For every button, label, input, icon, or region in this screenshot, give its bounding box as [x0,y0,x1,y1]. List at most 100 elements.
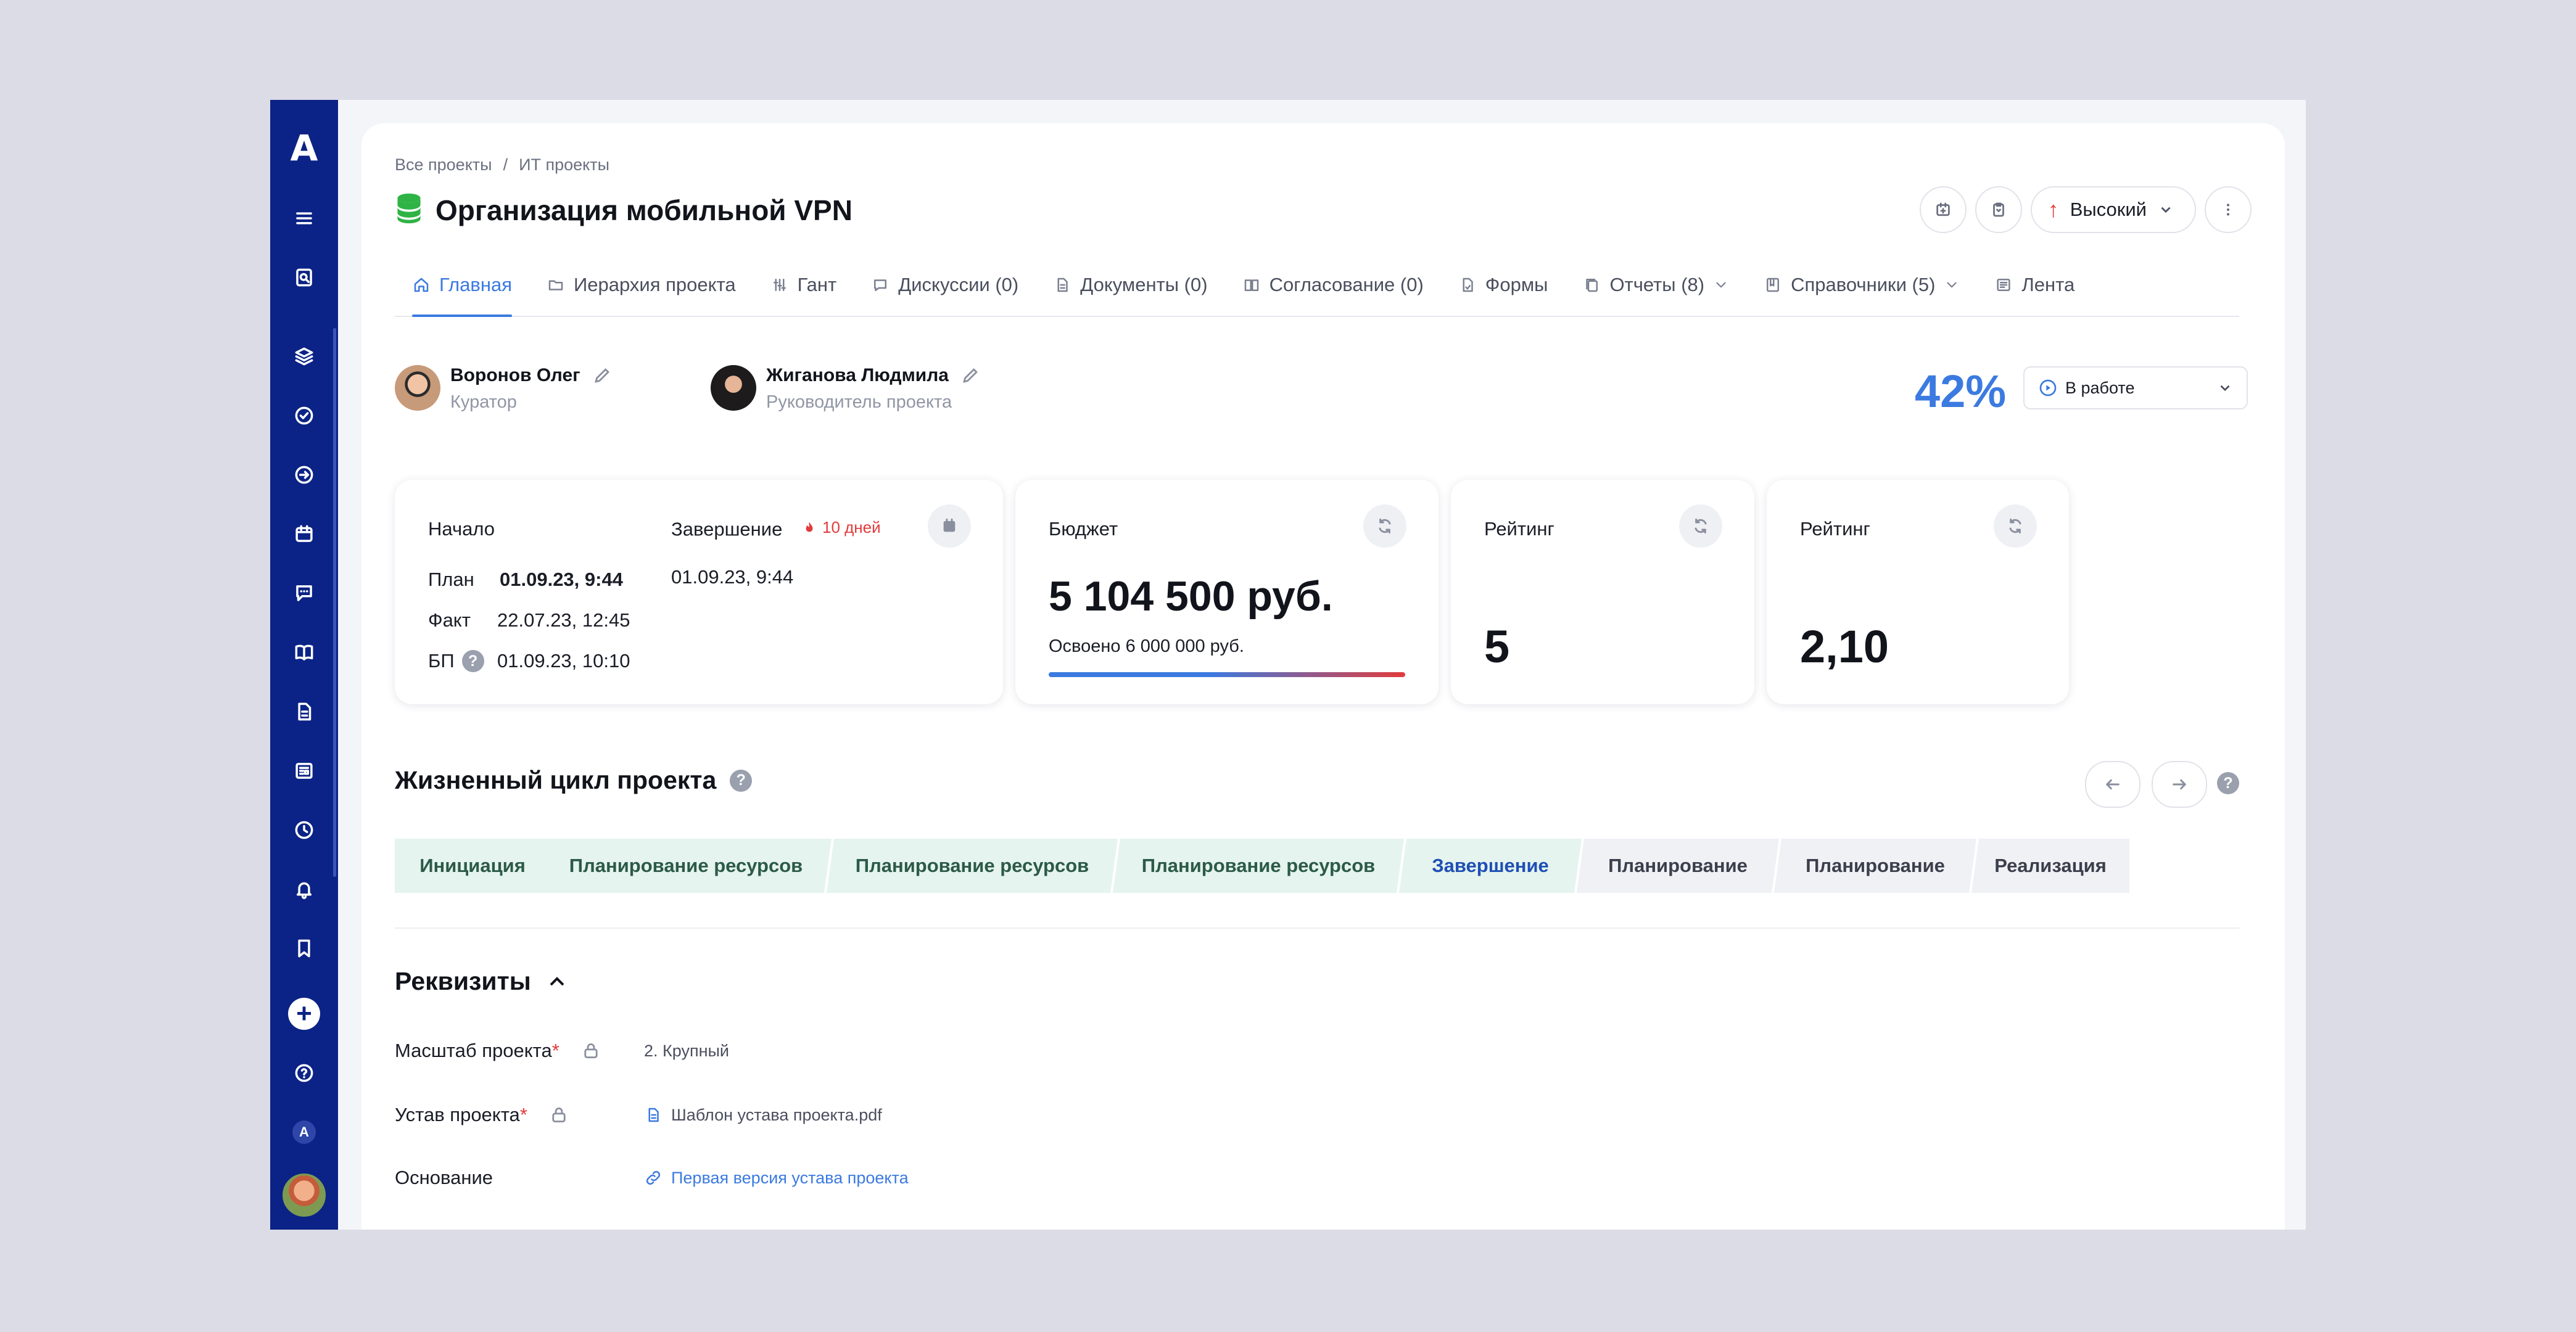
tab-gantt[interactable]: Гант [753,254,854,316]
title-row: Организация мобильной VPN [395,192,852,228]
document-icon[interactable] [270,692,338,731]
tab-feed[interactable]: Лента [1977,254,2092,316]
stage-label: Планирование ресурсов [855,855,1089,876]
plus-icon[interactable]: + [270,994,338,1034]
copy-icon [1586,279,1598,292]
help-icon[interactable]: ? [2217,772,2239,794]
tab-label: Главная [439,274,512,295]
refresh-button[interactable] [1363,504,1406,548]
clock-icon[interactable] [270,810,338,850]
check-circle-icon[interactable] [270,396,338,435]
search-document-icon[interactable] [270,258,338,297]
stage-initiation[interactable]: Инициация [395,839,550,893]
bell-icon[interactable] [270,870,338,909]
plan-label: План [428,569,474,590]
tab-directories[interactable]: Справочники (5) [1746,254,1977,316]
link-text: Первая версия устава проекта [671,1168,909,1187]
pencil-icon[interactable] [592,365,613,386]
calendar-add-button[interactable] [1919,186,1967,233]
document-icon [1057,278,1068,292]
lifecycle-next-button[interactable] [2152,761,2207,808]
arrow-right-circle-icon[interactable] [270,455,338,495]
requisite-label-text: Масштаб проекта [395,1040,552,1061]
breadcrumb-root[interactable]: Все проекты [395,155,492,174]
stage-label: Планирование [1806,855,1945,876]
stage-implementation[interactable]: Реализация [1971,839,2129,893]
top-actions: ↑ Высокий [1919,186,2252,233]
lifecycle-prev-button[interactable] [2085,761,2140,808]
clipboard-button[interactable] [1975,186,2022,233]
calendar-icon[interactable] [270,514,338,554]
tab-hierarchy[interactable]: Иерархия проекта [529,254,753,316]
priority-dropdown[interactable]: ↑ Высокий [2030,186,2196,233]
page-title: Организация мобильной VPN [436,194,852,226]
tab-discussions[interactable]: Дискуссии (0) [854,254,1036,316]
budget-spent: Освоено 6 000 000 руб. [1049,636,1244,656]
link-icon [646,1170,661,1185]
tab-reports[interactable]: Отчеты (8) [1565,254,1746,316]
bp-label-text: БП [428,650,455,672]
tab-bar: Главная Иерархия проекта Гант Дискуссии … [395,254,2239,317]
requisites-title: Реквизиты [395,967,531,995]
tab-label: Согласование (0) [1269,274,1424,295]
rating-value: 2,10 [1800,621,1889,672]
refresh-button[interactable] [1679,504,1722,548]
more-button[interactable] [2205,186,2252,233]
logo[interactable]: A [270,122,338,174]
status-select[interactable]: В работе [2023,366,2248,409]
arrow-left-icon [2106,779,2120,790]
deadline-text: 10 дней [822,518,881,536]
menu-icon[interactable] [270,199,338,238]
bookmark-icon[interactable] [270,929,338,968]
stage-completion[interactable]: Завершение [1399,839,1582,893]
bp-label: БП ? [428,650,484,672]
calendar-button[interactable] [928,504,971,548]
chevron-down-icon [2220,385,2230,392]
layers-icon[interactable] [270,337,338,376]
tab-documents[interactable]: Документы (0) [1036,254,1224,316]
plan-start-value: 01.09.23, 9:44 [500,569,623,590]
requisite-file[interactable]: Шаблон устава проекта.pdf [644,1106,882,1125]
lock-icon [584,1043,598,1059]
chat-icon[interactable] [270,574,338,613]
news-icon[interactable] [270,751,338,791]
form-icon [1463,278,1473,292]
stage-label: Планирование ресурсов [569,855,803,876]
fire-icon [806,521,813,532]
budget-title: Бюджет [1049,518,1118,540]
stage-label: Инициация [419,855,526,876]
book-icon[interactable] [270,633,338,672]
avatar[interactable] [270,1169,338,1221]
required-mark: * [519,1104,527,1125]
tab-label: Формы [1485,274,1548,295]
requisite-row-charter: Устав проекта* Шаблон устава проекта.pdf [395,1104,882,1126]
breadcrumb-current[interactable]: ИТ проекты [519,155,609,174]
requisite-link[interactable]: Первая версия устава проекта [644,1169,909,1188]
tab-label: Гант [797,274,837,295]
tab-forms[interactable]: Формы [1441,254,1566,316]
chevron-up-icon[interactable] [545,969,569,994]
pencil-icon[interactable] [960,365,981,386]
refresh-button[interactable] [1994,504,2037,548]
help-icon[interactable]: ? [730,769,753,792]
required-mark: * [551,1040,559,1061]
stage-resource-planning-2[interactable]: Планирование ресурсов [827,839,1118,893]
stage-resource-planning-1[interactable]: Планирование ресурсов [540,839,832,893]
tab-main[interactable]: Главная [395,254,529,317]
folder-icon [548,280,563,290]
database-icon [395,192,423,228]
directory-icon [1767,278,1780,292]
dates-card: Начало Завершение 10 дней План 01.09.23,… [395,480,1003,704]
requisite-row-scale: Масштаб проекта* 2. Крупный [395,1040,729,1062]
requisites-header[interactable]: Реквизиты [395,967,569,996]
chevron-down-icon [2161,207,2171,213]
tab-approval[interactable]: Согласование (0) [1225,254,1441,316]
stage-planning-2[interactable]: Планирование [1774,839,1976,893]
account-mini-icon[interactable]: A [270,1112,338,1152]
stage-planning-1[interactable]: Планирование [1577,839,1779,893]
clipboard-icon [1992,202,2004,217]
help-icon[interactable] [270,1053,338,1093]
stage-resource-planning-3[interactable]: Планирование ресурсов [1113,839,1404,893]
fact-label: Факт [428,609,471,631]
help-icon[interactable]: ? [461,650,484,672]
